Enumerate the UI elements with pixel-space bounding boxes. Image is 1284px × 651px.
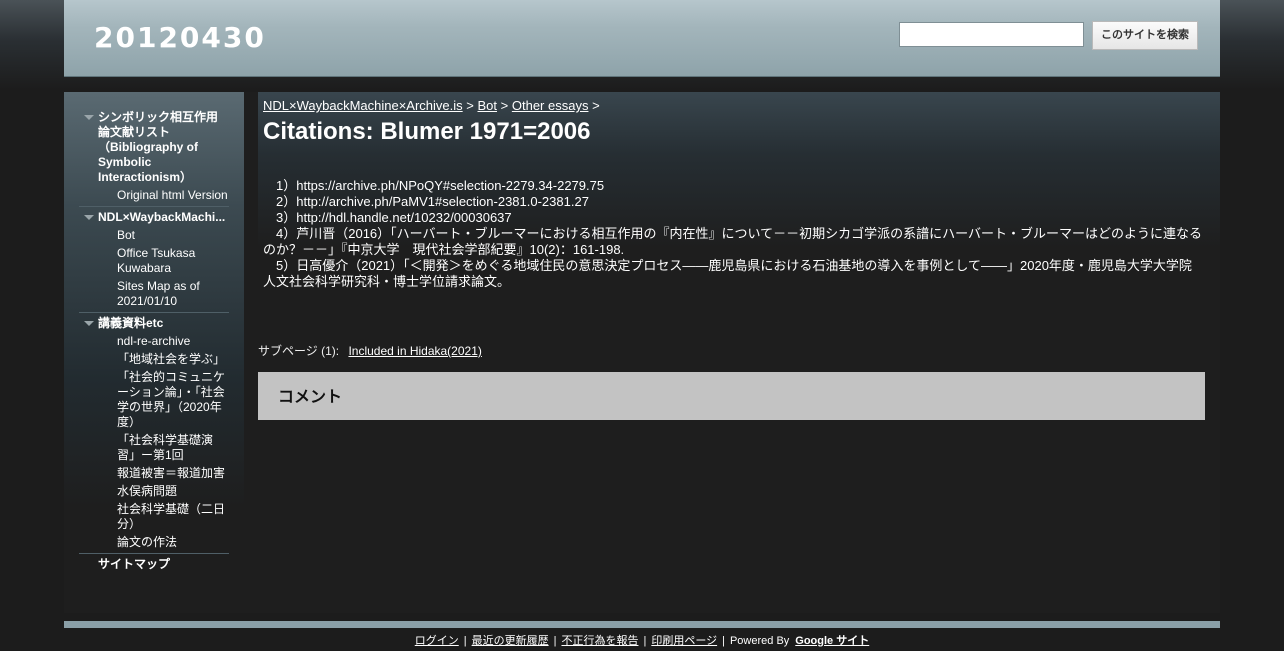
main-content: NDL×WaybackMachine×Archive.is > Bot > Ot… xyxy=(258,92,1220,613)
sidebar-item[interactable]: ndl-re-archive xyxy=(79,334,229,349)
footer-link-recent[interactable]: 最近の更新履歴 xyxy=(472,635,549,647)
footer: ログイン | 最近の更新履歴 | 不正行為を報告 | 印刷用ページ | Powered By Go… xyxy=(0,632,1284,648)
sidebar-item[interactable]: 「地域社会を学ぶ」 xyxy=(79,352,229,367)
footer-separator: | xyxy=(553,635,557,647)
powered-by-text: Powered By xyxy=(729,635,790,647)
expand-triangle-icon[interactable] xyxy=(84,321,94,326)
sidebar-item[interactable]: 報道被害＝報道加害 xyxy=(79,466,229,481)
breadcrumb-link[interactable]: Bot xyxy=(478,98,498,113)
sidebar-item[interactable]: Office Tsukasa Kuwabara xyxy=(79,246,229,276)
subpages-label: サブページ (1): xyxy=(258,344,340,358)
sidebar-sitemap[interactable]: サイトマップ xyxy=(79,557,229,572)
sidebar-group-label[interactable]: NDL×WaybackMachi... xyxy=(98,210,225,224)
sidebar-group-lectures[interactable]: 講義資料etc xyxy=(79,316,229,331)
sidebar-divider xyxy=(79,312,229,313)
page-wrapper: シンボリック相互作用論文献リスト（Bibliography of Symboli… xyxy=(64,92,1220,613)
sidebar-item[interactable]: Original html Version xyxy=(79,188,229,203)
footer-link-report[interactable]: 不正行為を報告 xyxy=(561,635,638,647)
comments-heading: コメント xyxy=(278,389,343,406)
citation-item: 2）http://archive.ph/PaMV1#selection-2381… xyxy=(263,194,589,209)
citation-item: 5）日高優介（2021）「＜開発＞をめぐる地域住民の意思決定プロセス――鹿児島県… xyxy=(263,258,1192,289)
sidebar-group-label[interactable]: 講義資料etc xyxy=(98,316,163,330)
breadcrumb-separator: > xyxy=(500,98,509,113)
citation-item: 4）芦川晋（2016）「ハーバート・ブルーマーにおける相互作用の『内在性』につい… xyxy=(263,226,1203,257)
sidebar-item[interactable]: Sites Map as of 2021/01/10 xyxy=(79,279,229,309)
sidebar-item[interactable]: 「社会科学基礎演習」ー第1回 xyxy=(79,433,229,463)
page-body: 1）https://archive.ph/NPoQY#selection-227… xyxy=(263,178,1203,290)
breadcrumb-link[interactable]: NDL×WaybackMachine×Archive.is xyxy=(263,98,463,113)
sidebar-group-ndl[interactable]: NDL×WaybackMachi... xyxy=(79,210,229,225)
subpage-link[interactable]: Included in Hidaka(2021) xyxy=(348,344,481,358)
breadcrumb-link[interactable]: Other essays xyxy=(512,98,589,113)
breadcrumb: NDL×WaybackMachine×Archive.is > Bot > Ot… xyxy=(263,98,600,113)
footer-separator: | xyxy=(722,635,725,647)
expand-triangle-icon[interactable] xyxy=(84,215,94,220)
sidebar-item[interactable]: 水俣病問題 xyxy=(79,484,229,499)
site-header: 20120430 このサイトを検索 xyxy=(64,0,1220,77)
search-input[interactable] xyxy=(899,22,1084,47)
expand-triangle-icon[interactable] xyxy=(84,115,94,120)
footer-separator: | xyxy=(643,635,647,647)
sidebar-item[interactable]: 社会科学基礎（二日分） xyxy=(79,502,229,532)
sidebar-group-bibliography[interactable]: シンボリック相互作用論文献リスト（Bibliography of Symboli… xyxy=(79,110,229,185)
footer-link-login[interactable]: ログイン xyxy=(415,635,459,647)
page-title: Citations: Blumer 1971=2006 xyxy=(263,118,591,145)
footer-bar xyxy=(64,621,1220,628)
breadcrumb-separator: > xyxy=(592,98,600,113)
sidebar-item[interactable]: 「社会的コミュニケーション論」・「社会学の世界」（2020年度） xyxy=(79,370,229,430)
footer-link-print[interactable]: 印刷用ページ xyxy=(651,635,717,647)
sidebar-nav: シンボリック相互作用論文献リスト（Bibliography of Symboli… xyxy=(79,110,229,572)
google-sites-link[interactable]: Google サイト xyxy=(795,635,869,647)
subpages: サブページ (1): Included in Hidaka(2021) xyxy=(258,342,482,359)
comments-section: コメント xyxy=(258,372,1205,420)
citation-item: 3）http://hdl.handle.net/10232/00030637 xyxy=(263,210,512,225)
sidebar: シンボリック相互作用論文献リスト（Bibliography of Symboli… xyxy=(64,92,244,613)
site-title[interactable]: 20120430 xyxy=(94,21,266,54)
sidebar-divider xyxy=(79,206,229,207)
breadcrumb-separator: > xyxy=(466,98,474,113)
sidebar-item[interactable]: Bot xyxy=(79,228,229,243)
sidebar-divider xyxy=(79,553,229,554)
search-button[interactable]: このサイトを検索 xyxy=(1092,21,1198,50)
sidebar-item[interactable]: 論文の作法 xyxy=(79,535,229,550)
footer-separator: | xyxy=(463,635,467,647)
citation-item: 1）https://archive.ph/NPoQY#selection-227… xyxy=(263,178,605,193)
sidebar-group-label[interactable]: シンボリック相互作用論文献リスト（Bibliography of Symboli… xyxy=(98,110,218,184)
